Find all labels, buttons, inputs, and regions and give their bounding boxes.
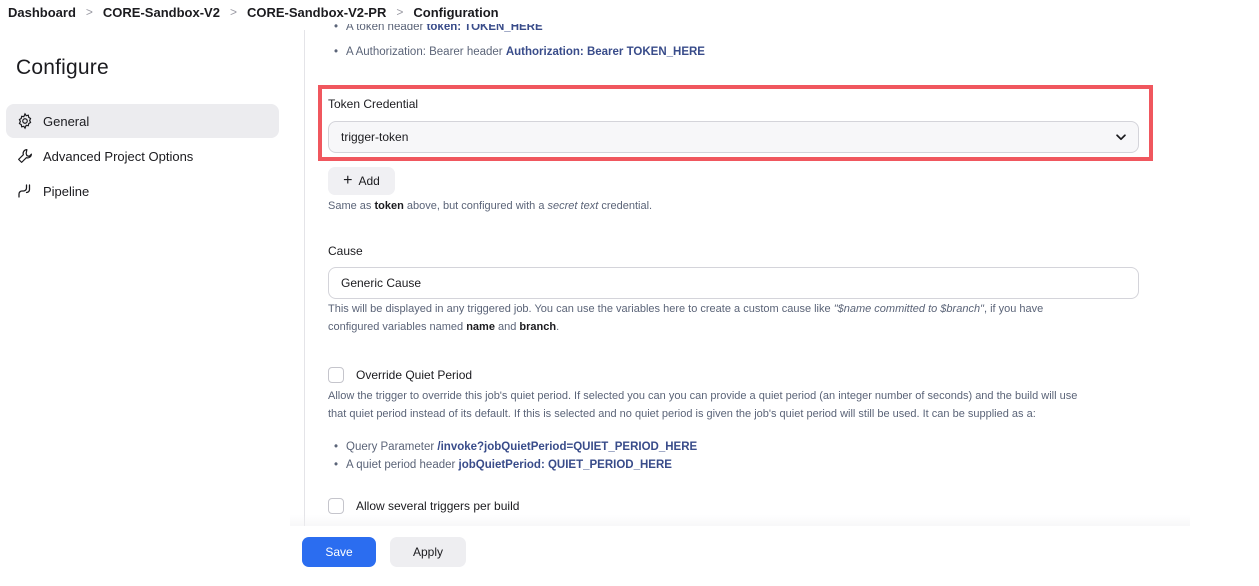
list-item: Query Parameter /invoke?jobQuietPeriod=Q…: [334, 438, 697, 456]
list-item: A quiet period header jobQuietPeriod: QU…: [334, 456, 697, 474]
breadcrumb-current[interactable]: Configuration: [413, 5, 498, 20]
sidebar-title: Configure: [16, 56, 109, 79]
gear-icon: [16, 112, 34, 130]
cause-input[interactable]: Generic Cause: [328, 267, 1139, 299]
sidebar-item-label: Advanced Project Options: [43, 148, 194, 164]
apply-button[interactable]: Apply: [390, 537, 466, 567]
quiet-period-help: Allow the trigger to override this job's…: [328, 390, 1078, 420]
sidebar-item-advanced-project-options[interactable]: Advanced Project Options: [6, 139, 279, 173]
highlight-annotation: [318, 85, 1153, 161]
sidebar-item-label: Pipeline: [43, 183, 90, 199]
breadcrumb: Dashboard > CORE-Sandbox-V2 > CORE-Sandb…: [0, 0, 1259, 24]
chevron-right-icon: >: [396, 5, 404, 19]
override-quiet-period-checkbox[interactable]: [328, 367, 344, 383]
token-credential-help: Same as token above, but configured with…: [328, 200, 653, 212]
several-triggers-checkbox[interactable]: [328, 498, 344, 514]
chevron-right-icon: >: [229, 5, 237, 19]
override-quiet-period-row: Override Quiet Period: [328, 367, 472, 383]
add-credential-button[interactable]: + Add: [328, 167, 395, 195]
pipeline-icon: [16, 182, 34, 200]
cause-help: This will be displayed in any triggered …: [328, 303, 1044, 333]
sidebar-item-general[interactable]: General: [6, 104, 279, 138]
sidebar-divider: [304, 30, 305, 530]
bottom-action-bar: [0, 526, 1259, 586]
override-quiet-period-label[interactable]: Override Quiet Period: [356, 368, 472, 382]
breadcrumb-project[interactable]: CORE-Sandbox-V2: [103, 5, 220, 20]
several-triggers-row: Allow several triggers per build: [328, 498, 519, 514]
chevron-right-icon: >: [85, 5, 93, 19]
breadcrumb-job[interactable]: CORE-Sandbox-V2-PR: [247, 5, 386, 20]
sidebar-item-label: General: [43, 113, 90, 129]
cause-value: Generic Cause: [341, 276, 422, 290]
list-item: A Authorization: Bearer header Authoriza…: [334, 44, 705, 60]
wrench-icon: [16, 147, 34, 165]
sidebar-item-pipeline[interactable]: Pipeline: [6, 174, 279, 208]
save-button[interactable]: Save: [302, 537, 376, 567]
several-triggers-label[interactable]: Allow several triggers per build: [356, 499, 519, 513]
breadcrumb-dashboard[interactable]: Dashboard: [8, 5, 76, 20]
quiet-period-list: Query Parameter /invoke?jobQuietPeriod=Q…: [334, 438, 697, 474]
sidebar-nav: General Advanced Project Options Pipelin…: [6, 104, 279, 209]
list-item: A token header token: TOKEN_HERE: [334, 24, 705, 34]
plus-icon: +: [343, 172, 353, 189]
token-header-list: A token header token: TOKEN_HERE A Autho…: [334, 24, 705, 60]
cause-label: Cause: [328, 244, 363, 258]
